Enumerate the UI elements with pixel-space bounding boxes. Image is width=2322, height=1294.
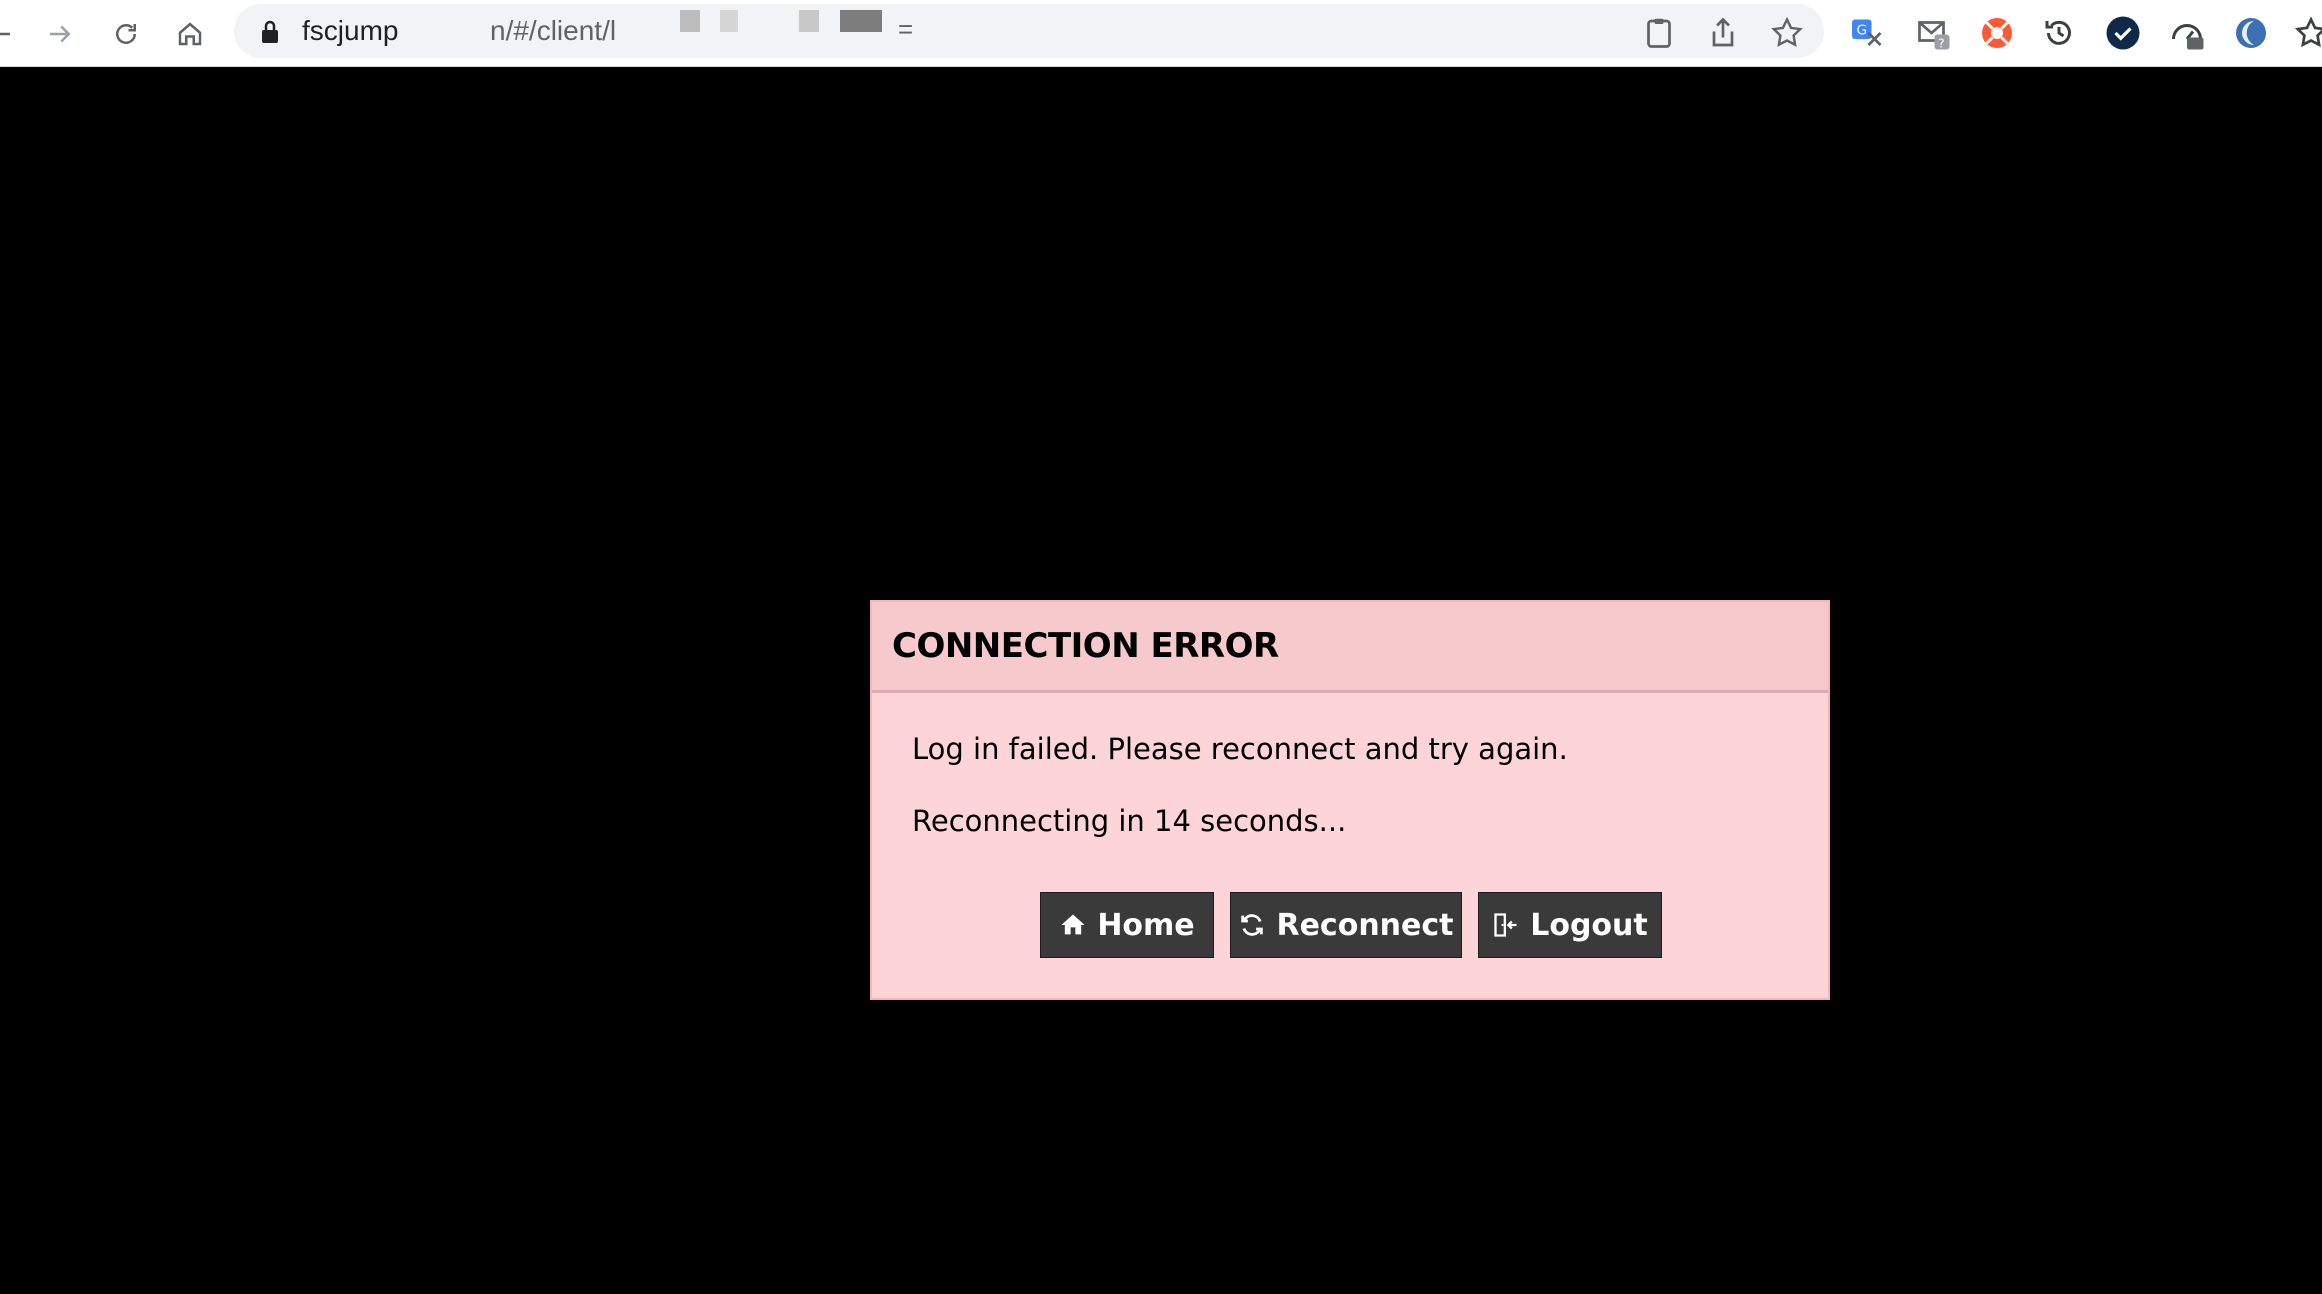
bookmark-star-icon [1771,16,1803,47]
clipboard-icon [1647,18,1671,48]
dialog-title: CONNECTION ERROR [892,626,1279,666]
reload-button[interactable] [104,12,148,56]
lifebuoy-extension-button[interactable] [1974,10,2020,56]
translate-extension-button[interactable]: G [1844,10,1890,56]
reconnect-countdown: Reconnecting in 14 seconds... [912,804,1347,838]
moon-extension-button[interactable] [2228,10,2274,56]
reconnect-button[interactable]: Reconnect [1230,892,1462,958]
reconnect-button-label: Reconnect [1276,907,1454,943]
home-button[interactable]: Home [1040,892,1214,958]
bookmark-button[interactable] [1764,10,1810,56]
url-redaction [720,10,738,32]
refresh-icon [1241,914,1264,936]
back-arrow-icon [0,32,10,36]
url-redaction [799,10,819,32]
star-extension-button[interactable] [2288,10,2322,56]
checkmark-extension-icon [2106,16,2140,50]
home-button[interactable] [168,12,212,56]
svg-text:G: G [1857,23,1867,39]
error-message: Log in failed. Please reconnect and try … [912,732,1568,766]
url-path: n/#/client/l [490,15,617,46]
mail-extension-icon: ? [1918,21,1950,50]
url-redaction [840,10,882,32]
forward-arrow-icon [50,25,71,43]
logout-button[interactable]: Logout [1478,892,1662,958]
url-host: fscjump [302,15,399,46]
forward-button[interactable] [38,12,82,56]
browser-toolbar: fscjump n/#/client/l = G ? [0,0,2322,67]
clipboard-button[interactable] [1636,10,1682,56]
reload-icon [116,24,136,44]
share-icon [1712,17,1734,47]
url-suffix: = [898,14,914,44]
url-redaction [680,10,700,32]
speed-extension-icon [2172,24,2204,50]
lifebuoy-extension-icon [1982,18,2012,48]
translate-extension-icon: G [1852,19,1882,46]
history-extension-icon [2045,20,2071,45]
share-button[interactable] [1700,10,1746,56]
speed-extension-button[interactable] [2164,10,2210,56]
mail-extension-button[interactable]: ? [1910,10,1956,56]
address-bar[interactable]: fscjump n/#/client/l = [234,4,1824,58]
home-button-label: Home [1097,907,1195,943]
history-extension-button[interactable] [2036,10,2082,56]
svg-text:?: ? [1938,36,1944,50]
logout-door-icon [1494,913,1517,937]
lock-icon [262,20,278,43]
connection-error-dialog: CONNECTION ERROR Log in failed. Please r… [870,600,1830,1000]
home-icon [178,22,202,46]
home-icon [1061,914,1085,935]
back-button[interactable] [0,12,22,56]
star-extension-icon [2294,16,2322,48]
dialog-header: CONNECTION ERROR [872,602,1828,693]
checkmark-extension-button[interactable] [2100,10,2146,56]
logout-button-label: Logout [1530,907,1648,943]
moon-extension-icon [2236,18,2266,48]
